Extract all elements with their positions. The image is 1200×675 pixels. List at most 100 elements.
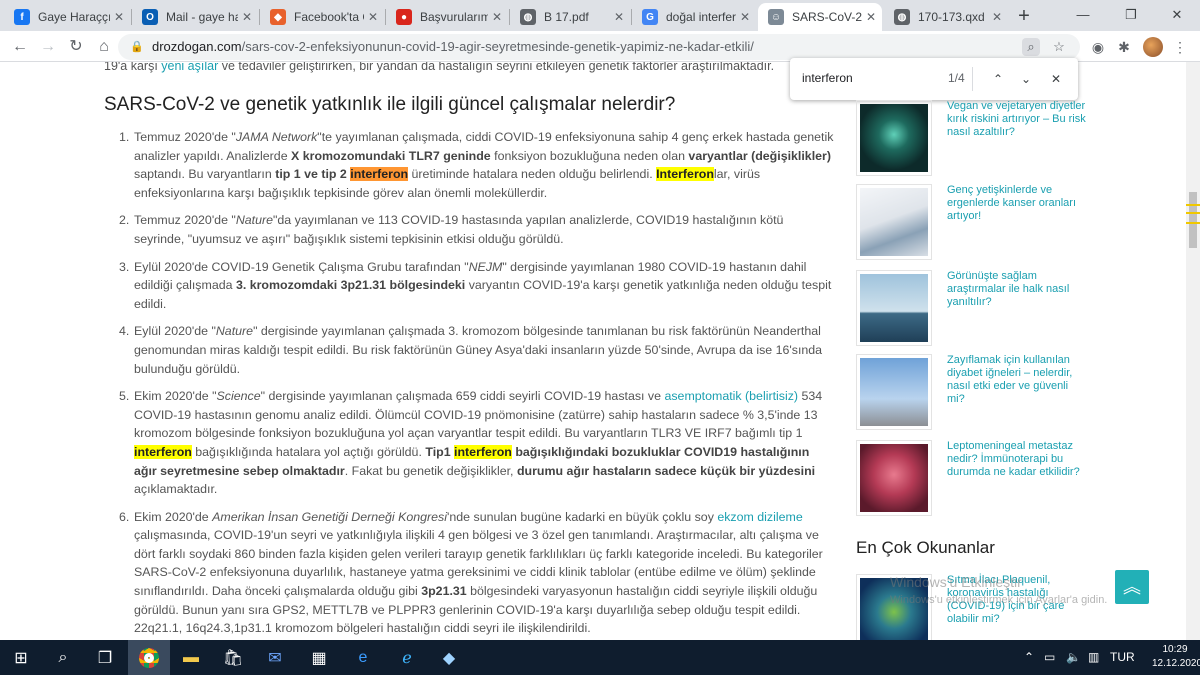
new-vaccines-link[interactable]: yeni aşılar	[161, 62, 218, 73]
globe-icon: ◍	[520, 9, 536, 25]
card-title[interactable]: Zayıflamak için kullanılan diyabet iğnel…	[947, 354, 1087, 406]
tab-close-icon[interactable]: ✕	[368, 10, 378, 24]
tab-close-icon[interactable]: ✕	[114, 10, 124, 24]
browser-tab[interactable]: O Mail - gaye ha ✕	[132, 3, 258, 31]
card-thumbnail[interactable]	[856, 354, 932, 430]
photo-icon: ◆	[270, 9, 286, 25]
page-scrollbar[interactable]	[1186, 62, 1200, 640]
tray-chevron-icon[interactable]: ⌃	[1024, 650, 1034, 664]
start-windows-icon[interactable]: ⊞	[0, 640, 42, 675]
restore-button[interactable]: ❐	[1108, 0, 1154, 31]
google-icon: G	[642, 9, 658, 25]
card-thumbnail[interactable]	[856, 440, 932, 516]
card-title[interactable]: Vegan ve vejetaryen diyetler kırık riski…	[947, 100, 1087, 139]
network-icon[interactable]: ▥	[1088, 650, 1099, 664]
italic-text: Science	[216, 389, 261, 404]
browser-tab[interactable]: Gdoğal interfer ✕	[632, 3, 756, 31]
profile-avatar[interactable]	[1143, 37, 1163, 57]
bold-text: 3. kromozomdaki 3p21.31 bölgesindeki	[235, 278, 466, 293]
browser-tab[interactable]: ● Başvurularım - ✕	[386, 3, 508, 31]
browser-tab[interactable]: ☺ SARS-CoV-2 e ✕	[758, 3, 882, 31]
outlook-app-icon[interactable]: ✉	[254, 640, 296, 675]
app-icon[interactable]: ◆	[428, 640, 470, 675]
study-list-item: 1. Temmuz 2020'de "JAMA Network"te yayıml…	[104, 128, 834, 202]
body-text: Eylül 2020'de COVID-19 Genetik Çalışma G…	[134, 259, 469, 274]
file-explorer-icon[interactable]: ▬	[170, 640, 212, 675]
url-text[interactable]: drozdogan.com/sars-cov-2-enfeksiyonunun-…	[152, 39, 754, 54]
tab-close-icon[interactable]: ✕	[740, 10, 750, 24]
brain-image	[860, 444, 928, 512]
card-thumbnail[interactable]	[856, 184, 932, 260]
back-button[interactable]: ←	[8, 35, 32, 59]
card-title[interactable]: Genç yetişkinlerde ve ergenlerde kanser …	[947, 184, 1087, 223]
find-input[interactable]: interferon	[802, 71, 853, 85]
close-window-button[interactable]: ✕	[1154, 0, 1200, 31]
card-title[interactable]: Leptomeningeal metastaz nedir? İmmünoter…	[947, 440, 1087, 479]
home-button[interactable]: ⌂	[92, 35, 116, 59]
tab-title: Facebook'ta C	[294, 10, 364, 24]
article-content: 19'a karşı yeni aşılar ve tedaviler geli…	[104, 62, 834, 640]
menu-kebab-icon[interactable]: ⋮	[1170, 37, 1190, 57]
chrome-icon[interactable]	[128, 640, 170, 675]
card-thumbnail[interactable]	[856, 100, 932, 176]
browser-tab[interactable]: ◍ B 17.pdf ✕	[510, 3, 630, 31]
windows-activation-watermark: Windows'u Etkinleştir	[890, 574, 1022, 590]
scroll-to-top-button[interactable]: ︽	[1115, 570, 1149, 604]
tab-title: Gaye Haraççı |	[38, 10, 110, 24]
find-in-page-icon[interactable]: ⌕	[1022, 38, 1040, 56]
battery-icon[interactable]: ▭	[1044, 650, 1055, 664]
body-text: Ekim 2020'de	[134, 509, 213, 524]
internet-explorer-icon[interactable]: ℯ	[386, 640, 428, 675]
bold-text: Tip1	[425, 444, 455, 459]
url-domain: drozdogan.com	[152, 39, 242, 54]
extension-circle-icon[interactable]: ◉	[1088, 37, 1108, 57]
sidebar-card[interactable]: Görünüşte sağlam araştırmalar ile halk n…	[856, 270, 1186, 348]
find-match-marker	[1186, 204, 1200, 206]
scrollbar-thumb[interactable]	[1189, 192, 1197, 248]
edge-icon[interactable]: e	[342, 640, 384, 675]
study-list-item: 4. Eylül 2020'de "Nature" dergisinde yayı…	[104, 322, 834, 378]
browser-tab[interactable]: ◆ Facebook'ta C ✕	[260, 3, 384, 31]
card-thumbnail[interactable]	[856, 270, 932, 346]
tab-title: SARS-CoV-2 e	[792, 10, 862, 24]
bold-text: varyantlar (değişiklikler)	[688, 148, 831, 163]
tab-close-icon[interactable]: ✕	[992, 10, 1002, 24]
intro-text: 19'a karşı	[104, 62, 162, 73]
new-tab-button[interactable]: +	[1013, 5, 1035, 27]
store-icon[interactable]: 🛍	[212, 640, 254, 675]
browser-tab[interactable]: ◍ 170-173.qxd ✕	[884, 3, 1008, 31]
tab-title: Mail - gaye ha	[166, 10, 238, 24]
input-language[interactable]: TUR	[1110, 650, 1135, 664]
taskbar-clock[interactable]: 10:29 12.12.2020	[1152, 643, 1200, 671]
tab-close-icon[interactable]: ✕	[614, 10, 624, 24]
intro-paragraph: 19'a karşı yeni aşılar ve tedaviler geli…	[104, 62, 774, 73]
body-text: Temmuz 2020'de "	[134, 213, 236, 228]
browser-tab[interactable]: f Gaye Haraççı | ✕	[4, 3, 130, 31]
inline-link[interactable]: asemptomatik (belirtisiz)	[664, 389, 798, 403]
volume-icon[interactable]: 🔈	[1066, 650, 1081, 664]
tab-close-icon[interactable]: ✕	[492, 10, 502, 24]
url-path: /sars-cov-2-enfeksiyonunun-covid-19-agir…	[241, 39, 754, 54]
reload-button[interactable]: ↻	[64, 35, 88, 59]
minimize-button[interactable]: —	[1060, 0, 1106, 31]
body-text: Eylül 2020'de "	[134, 324, 216, 339]
bookmark-star-icon[interactable]: ☆	[1050, 38, 1068, 56]
body-text: açıklamaktadır.	[134, 482, 218, 497]
inline-link[interactable]: ekzom dizileme	[717, 510, 802, 524]
body-text: fonksiyon bozukluğuna neden olan	[490, 148, 689, 163]
list-number: 5.	[119, 389, 130, 404]
body-text: bağışıklığında hatalara yol açtığı görül…	[191, 444, 426, 459]
calculator-icon[interactable]: ▦	[298, 640, 340, 675]
sidebar-card[interactable]: Vegan ve vejetaryen diyetler kırık riski…	[856, 100, 1186, 178]
address-bar[interactable]: 🔒 drozdogan.com/sars-cov-2-enfeksiyonunu…	[118, 34, 1080, 60]
sidebar-card[interactable]: Zayıflamak için kullanılan diyabet iğnel…	[856, 354, 1186, 432]
card-title[interactable]: Görünüşte sağlam araştırmalar ile halk n…	[947, 270, 1087, 309]
tab-close-icon[interactable]: ✕	[866, 10, 876, 24]
sidebar-card[interactable]: Genç yetişkinlerde ve ergenlerde kanser …	[856, 184, 1186, 262]
extensions-puzzle-icon[interactable]: ✱	[1114, 37, 1134, 57]
tab-close-icon[interactable]: ✕	[242, 10, 252, 24]
forward-button[interactable]: →	[36, 35, 60, 59]
task-view-icon[interactable]: ❐	[84, 640, 126, 675]
search-icon[interactable]: ⌕	[42, 640, 84, 675]
sidebar-card[interactable]: Leptomeningeal metastaz nedir? İmmünoter…	[856, 440, 1186, 518]
